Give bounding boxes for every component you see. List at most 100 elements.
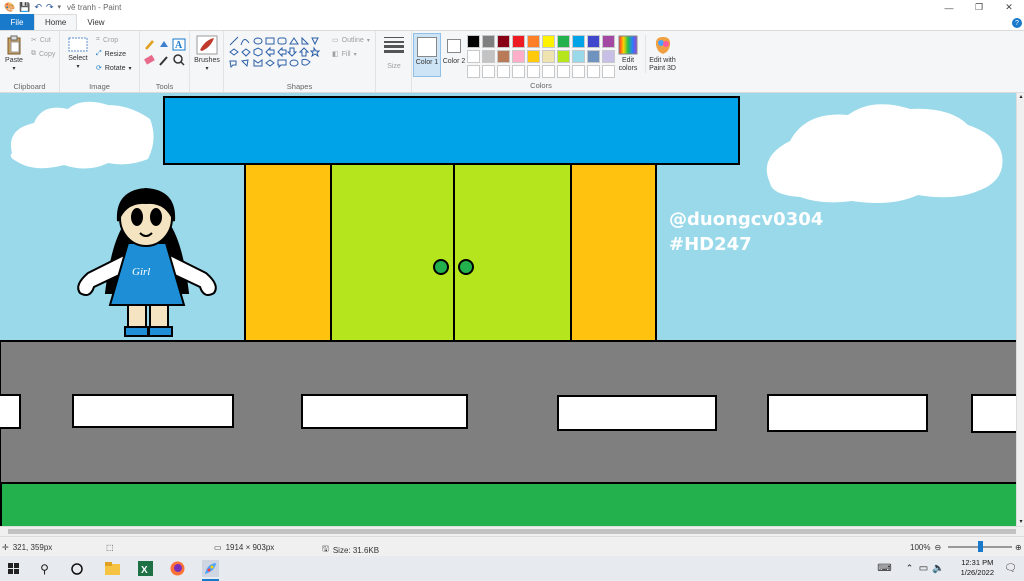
color-swatch[interactable] xyxy=(557,65,570,78)
crop-icon: ⌗ xyxy=(96,36,100,43)
paste-icon xyxy=(7,35,21,55)
windows-start-icon[interactable] xyxy=(5,560,22,577)
disk-icon: 🖫 xyxy=(322,544,329,553)
brushes-button[interactable]: Brushes ▾ xyxy=(194,35,220,73)
keyboard-icon[interactable]: ⌨ xyxy=(876,560,893,577)
pencil-icon[interactable] xyxy=(145,40,154,50)
girl-eye-left xyxy=(131,208,143,226)
redo-icon[interactable]: ↷ xyxy=(46,3,54,12)
color-swatch[interactable] xyxy=(602,50,615,63)
resize-button[interactable]: ⤢ Resize xyxy=(96,50,126,58)
color-swatch[interactable] xyxy=(602,35,615,48)
tab-home[interactable]: Home xyxy=(34,14,78,30)
color-swatch[interactable] xyxy=(482,35,495,48)
status-bar: ✛ 321, 359px ⬚ ▭ 1914 × 903px 🖫 Size: 31… xyxy=(0,536,1024,556)
notification-icon[interactable]: 🗨 xyxy=(1002,560,1019,577)
zoom-out-icon[interactable]: ⊖ xyxy=(934,543,941,552)
girl-shirt-text: Girl xyxy=(132,266,150,278)
color-swatch[interactable] xyxy=(602,65,615,78)
cut-button[interactable]: ✂ Cut xyxy=(31,36,51,45)
color-swatch[interactable] xyxy=(587,65,600,78)
task-view-icon[interactable] xyxy=(68,560,85,577)
color-swatch[interactable] xyxy=(482,50,495,63)
vertical-scrollbar[interactable]: ▴ ▾ xyxy=(1016,93,1024,526)
color2-button[interactable]: Color 2 xyxy=(442,33,466,77)
color-swatch[interactable] xyxy=(467,65,480,78)
color1-label: Color 1 xyxy=(415,59,439,66)
volume-icon[interactable]: 🔈 xyxy=(930,560,947,577)
color-swatch[interactable] xyxy=(542,35,555,48)
copy-button[interactable]: ⧉ Copy xyxy=(31,50,55,58)
search-icon[interactable]: ⚲ xyxy=(36,560,53,577)
drawing-canvas[interactable]: Girl @duongcv0304 #HD247 xyxy=(0,93,1017,526)
customize-icon[interactable]: ▾ xyxy=(58,4,62,11)
color1-button[interactable]: Color 1 xyxy=(413,33,441,77)
copy-label: Copy xyxy=(39,50,56,58)
save-icon[interactable]: 💾 xyxy=(19,3,30,12)
color-swatch[interactable] xyxy=(467,50,480,63)
close-button[interactable]: ✕ xyxy=(994,0,1024,15)
clock[interactable]: 12:31 PM 1/26/2022 xyxy=(961,558,994,578)
shapes-group: ▭ Outline ▾ ◧ Fill ▾ Shapes xyxy=(224,31,376,93)
paste-button[interactable]: Paste ▾ xyxy=(3,35,25,73)
edit-colors-button[interactable]: Edit colors xyxy=(615,35,641,73)
color-swatch[interactable] xyxy=(512,65,525,78)
brushes-group: Brushes ▾ xyxy=(190,31,224,93)
color-swatch[interactable] xyxy=(557,35,570,48)
help-icon[interactable]: ? xyxy=(1012,18,1022,28)
zoom-slider-thumb[interactable] xyxy=(978,541,983,552)
tab-view[interactable]: View xyxy=(77,14,114,30)
scroll-down-icon[interactable]: ▾ xyxy=(1017,518,1024,526)
color-swatch[interactable] xyxy=(527,50,540,63)
file-size-text: Size: 31.6KB xyxy=(332,545,380,555)
outline-button[interactable]: ▭ Outline ▾ xyxy=(332,36,370,45)
fill-icon[interactable] xyxy=(160,41,168,47)
paint-taskbar-icon[interactable] xyxy=(202,560,219,577)
rotate-button[interactable]: ⟳ Rotate ▾ xyxy=(96,64,132,73)
size-button[interactable]: Size xyxy=(380,35,408,70)
excel-icon[interactable]: X xyxy=(137,560,154,577)
color-swatch[interactable] xyxy=(527,35,540,48)
color-swatch[interactable] xyxy=(572,65,585,78)
text-icon[interactable]: A xyxy=(172,38,186,51)
color-swatch[interactable] xyxy=(542,65,555,78)
eraser-icon[interactable] xyxy=(144,54,155,65)
scroll-up-icon[interactable]: ▴ xyxy=(1017,93,1024,101)
fill-button[interactable]: ◧ Fill ▾ xyxy=(332,50,357,59)
horizontal-scrollbar[interactable] xyxy=(0,526,1024,536)
minimize-button[interactable]: — xyxy=(934,0,964,15)
color-swatch[interactable] xyxy=(587,35,600,48)
cursor-position-text: 321, 359px xyxy=(12,543,53,552)
color-swatch[interactable] xyxy=(497,50,510,63)
color-swatch[interactable] xyxy=(542,50,555,63)
undo-icon[interactable]: ↶ xyxy=(34,3,42,12)
firefox-icon[interactable] xyxy=(169,560,186,577)
magnifier-icon[interactable] xyxy=(173,54,185,66)
color-swatch[interactable] xyxy=(557,50,570,63)
maximize-button[interactable]: ❐ xyxy=(964,0,994,15)
color-swatch[interactable] xyxy=(497,35,510,48)
color-swatch[interactable] xyxy=(527,65,540,78)
color-swatch[interactable] xyxy=(482,65,495,78)
color-swatch[interactable] xyxy=(572,35,585,48)
zoom-level-text: 100% xyxy=(910,543,931,552)
color-picker-icon[interactable] xyxy=(159,56,168,66)
color-swatch[interactable] xyxy=(512,50,525,63)
color-swatch[interactable] xyxy=(512,35,525,48)
zoom-in-icon[interactable]: ⊕ xyxy=(1015,543,1022,552)
crop-button[interactable]: ⌗ Crop xyxy=(96,36,118,44)
image-group-label: Image xyxy=(89,82,110,91)
shapes-gallery[interactable] xyxy=(228,35,328,77)
edit-paint3d-button[interactable]: Edit with Paint 3D xyxy=(645,35,679,73)
girl-leg-right xyxy=(149,304,169,330)
select-button[interactable]: Select ▾ xyxy=(66,37,90,71)
color-swatch[interactable] xyxy=(467,35,480,48)
color-swatch[interactable] xyxy=(572,50,585,63)
color-swatch[interactable] xyxy=(587,50,600,63)
menu-bar: File Home View ? xyxy=(0,14,1024,31)
file-explorer-icon[interactable] xyxy=(104,560,121,577)
tab-file[interactable]: File xyxy=(0,14,34,30)
horizontal-scroll-thumb[interactable] xyxy=(8,529,1016,534)
color-swatch[interactable] xyxy=(497,65,510,78)
clock-date: 1/26/2022 xyxy=(960,568,994,577)
